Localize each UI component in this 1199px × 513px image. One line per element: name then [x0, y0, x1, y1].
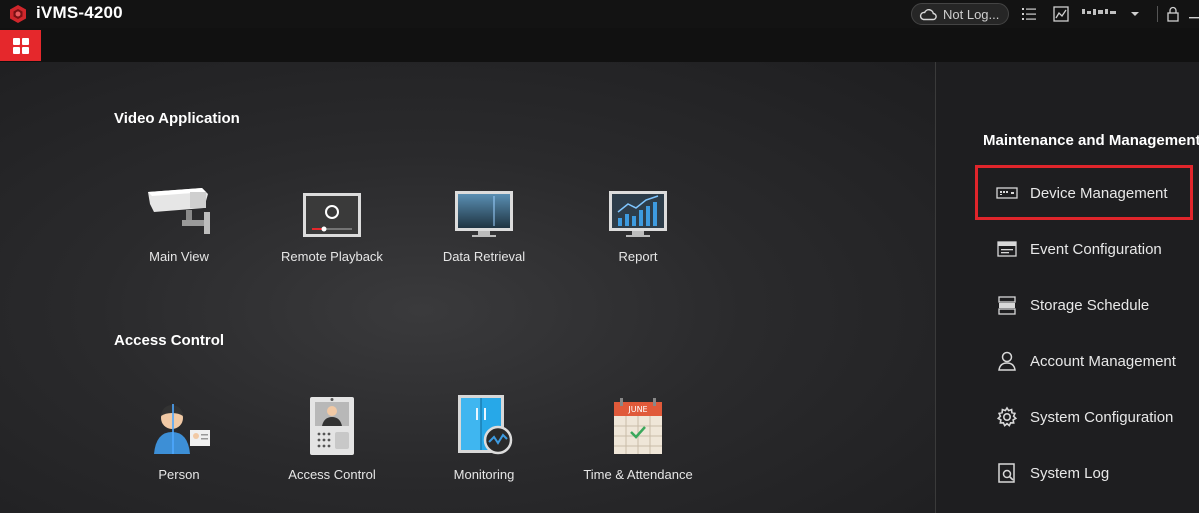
menu-item-label: Storage Schedule	[1030, 296, 1150, 314]
access-control-title: Access Control	[114, 332, 225, 349]
maintenance-title: Maintenance and Management	[983, 132, 1199, 149]
camera-icon	[148, 188, 210, 234]
user-name[interactable]	[1082, 6, 1118, 21]
tile-label: Data Retrieval	[442, 249, 526, 264]
tile-data-retrieval[interactable]: Data Retrieval	[414, 176, 554, 286]
maintenance-panel	[935, 62, 1199, 513]
menu-item-account-management[interactable]: Account Management	[996, 346, 1176, 376]
video-application-title: Video Application	[114, 110, 240, 127]
tile-time-attendance[interactable]: JUNE Time & Attendance	[568, 394, 708, 504]
login-status-text: Not Log...	[943, 6, 1000, 22]
tile-report[interactable]: Report	[568, 176, 708, 286]
storage-icon	[998, 296, 1016, 315]
minimize-icon[interactable]	[1188, 5, 1199, 23]
tile-person[interactable]: Person	[109, 394, 249, 504]
tile-label: Access Control	[288, 467, 376, 482]
gear-icon	[996, 406, 1018, 427]
tile-label: Monitoring	[453, 467, 515, 482]
menu-item-label: Account Management	[1030, 352, 1176, 370]
titlebar-divider	[1157, 6, 1158, 22]
tile-main-view[interactable]: Main View	[109, 176, 249, 286]
module-grid-button[interactable]	[0, 30, 41, 61]
playback-icon	[303, 193, 361, 237]
tile-label: Time & Attendance	[583, 467, 693, 482]
menu-item-label: System Log	[1030, 464, 1110, 482]
menu-item-device-management[interactable]: Device Management	[996, 178, 1168, 208]
title-bar: iVMS-4200 Not Log...	[0, 0, 1199, 28]
chart-icon[interactable]	[1052, 5, 1070, 23]
app-logo-icon	[10, 5, 26, 23]
menu-item-system-configuration[interactable]: System Configuration	[996, 402, 1173, 432]
door-monitor-icon	[458, 395, 513, 455]
event-icon	[997, 241, 1017, 257]
calendar-icon: JUNE	[614, 398, 662, 454]
tile-remote-playback[interactable]: Remote Playback	[262, 176, 402, 286]
calendar-month-text: JUNE	[627, 405, 647, 414]
nav-bar	[0, 28, 1199, 62]
tile-monitoring[interactable]: Monitoring	[414, 394, 554, 504]
device-icon	[996, 187, 1018, 199]
app-title: iVMS-4200	[36, 3, 123, 22]
menu-item-system-log[interactable]: System Log	[996, 458, 1109, 488]
tile-label: Remote Playback	[281, 249, 383, 264]
menu-item-event-configuration[interactable]: Event Configuration	[996, 234, 1162, 264]
list-icon[interactable]	[1020, 5, 1038, 23]
menu-item-label: System Configuration	[1030, 408, 1174, 426]
lock-icon[interactable]	[1164, 5, 1182, 23]
menu-item-storage-schedule[interactable]: Storage Schedule	[996, 290, 1149, 320]
tile-label: Main View	[149, 249, 209, 264]
account-icon	[998, 351, 1016, 371]
monitor-icon	[455, 191, 513, 237]
person-card-icon	[154, 404, 210, 454]
chevron-down-icon[interactable]	[1126, 5, 1144, 23]
log-icon	[998, 463, 1015, 483]
door-station-icon	[310, 397, 354, 455]
grid-icon	[12, 37, 29, 54]
user-name-glyphs	[1082, 9, 1116, 15]
tile-label: Person	[158, 467, 200, 482]
report-chart-icon	[609, 191, 667, 237]
tile-label: Report	[618, 249, 658, 264]
login-status-button[interactable]: Not Log...	[911, 3, 1009, 25]
menu-item-label: Event Configuration	[1030, 240, 1162, 258]
cloud-icon	[919, 9, 937, 21]
menu-item-label: Device Management	[1030, 184, 1168, 202]
tile-access-control[interactable]: Access Control	[262, 394, 402, 504]
